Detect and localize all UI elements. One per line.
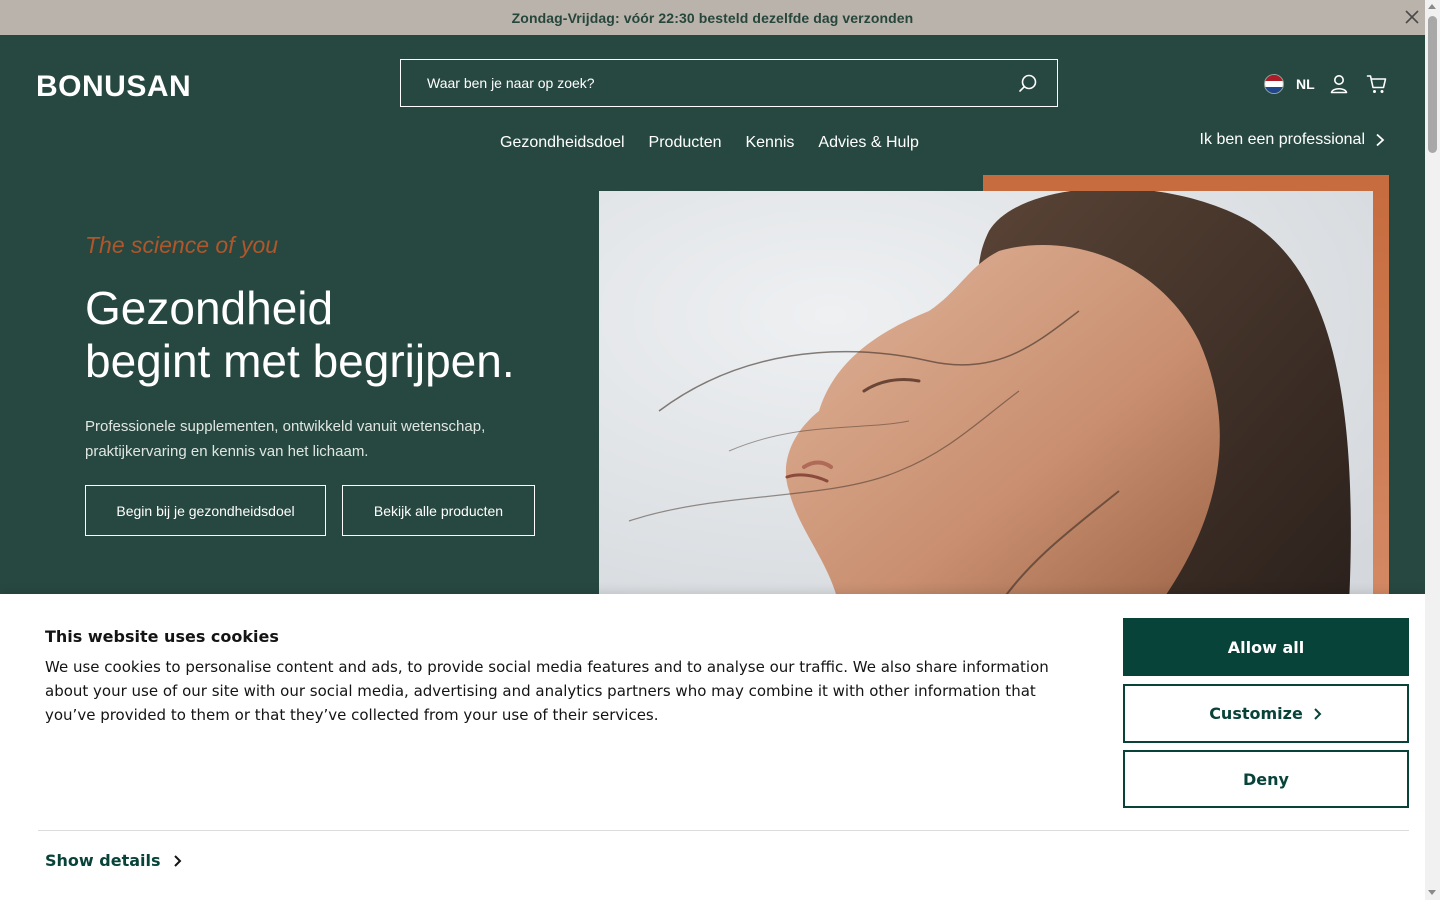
announcement-bar: Zondag-Vrijdag: vóór 22:30 besteld dezel… <box>0 0 1425 35</box>
professional-link[interactable]: Ik ben een professional <box>1200 131 1385 149</box>
hero-headline-line2: begint met begrijpen. <box>85 335 515 387</box>
page-scrollbar[interactable] <box>1425 0 1440 900</box>
scrollbar-thumb[interactable] <box>1428 16 1437 153</box>
main-nav: Gezondheidsdoel Producten Kennis Advies … <box>500 134 919 152</box>
allow-all-button[interactable]: Allow all <box>1123 618 1409 676</box>
show-details-label: Show details <box>45 851 161 870</box>
nav-item-advies-hulp[interactable]: Advies & Hulp <box>818 134 919 152</box>
cookie-title: This website uses cookies <box>45 627 279 646</box>
customize-button[interactable]: Customize <box>1123 684 1409 743</box>
show-details-toggle[interactable]: Show details <box>45 851 183 870</box>
search-icon[interactable] <box>1017 72 1039 94</box>
scroll-down-arrow-icon[interactable] <box>1428 890 1436 895</box>
hero-tagline: The science of you <box>85 232 279 258</box>
hero-headline: Gezondheid begint met begrijpen. <box>85 282 515 388</box>
cookie-description: We use cookies to personalise content an… <box>45 658 1049 724</box>
customize-label: Customize <box>1209 704 1303 723</box>
chevron-right-icon <box>1314 707 1322 720</box>
search-bar <box>400 59 1058 107</box>
health-goal-button[interactable]: Begin bij je gezondheidsdoel <box>85 485 326 536</box>
cookie-divider <box>38 830 1409 831</box>
hero-description: Professionele supplementen, ontwikkeld v… <box>85 418 486 460</box>
professional-link-label: Ik ben een professional <box>1199 131 1365 148</box>
netherlands-flag-icon[interactable] <box>1264 74 1284 94</box>
hero-headline-line1: Gezondheid <box>85 282 334 334</box>
nav-item-kennis[interactable]: Kennis <box>745 134 794 152</box>
scroll-up-arrow-icon[interactable] <box>1428 4 1436 9</box>
hero-image <box>599 191 1373 605</box>
page: Zondag-Vrijdag: vóór 22:30 besteld dezel… <box>0 0 1425 900</box>
header-utilities: NL <box>1264 72 1388 96</box>
nav-item-gezondheidsdoel[interactable]: Gezondheidsdoel <box>500 134 625 152</box>
cart-icon[interactable] <box>1366 73 1388 95</box>
chevron-right-icon <box>1376 133 1385 147</box>
nav-item-producten[interactable]: Producten <box>649 134 722 152</box>
deny-button[interactable]: Deny <box>1123 750 1409 808</box>
chevron-right-icon <box>173 854 181 867</box>
woman-portrait-image <box>599 191 1373 605</box>
search-input[interactable] <box>425 74 1017 92</box>
all-products-button[interactable]: Bekijk alle producten <box>342 485 535 536</box>
close-icon[interactable] <box>1401 6 1423 28</box>
bonusan-logo[interactable]: BONUSAN <box>36 68 198 102</box>
cookie-banner: This website uses cookies We use cookies… <box>0 594 1425 900</box>
language-selector[interactable]: NL <box>1296 76 1315 92</box>
logo-text: BONUSAN <box>36 70 191 102</box>
user-icon[interactable] <box>1328 73 1350 95</box>
announcement-text: Zondag-Vrijdag: vóór 22:30 besteld dezel… <box>511 9 914 26</box>
